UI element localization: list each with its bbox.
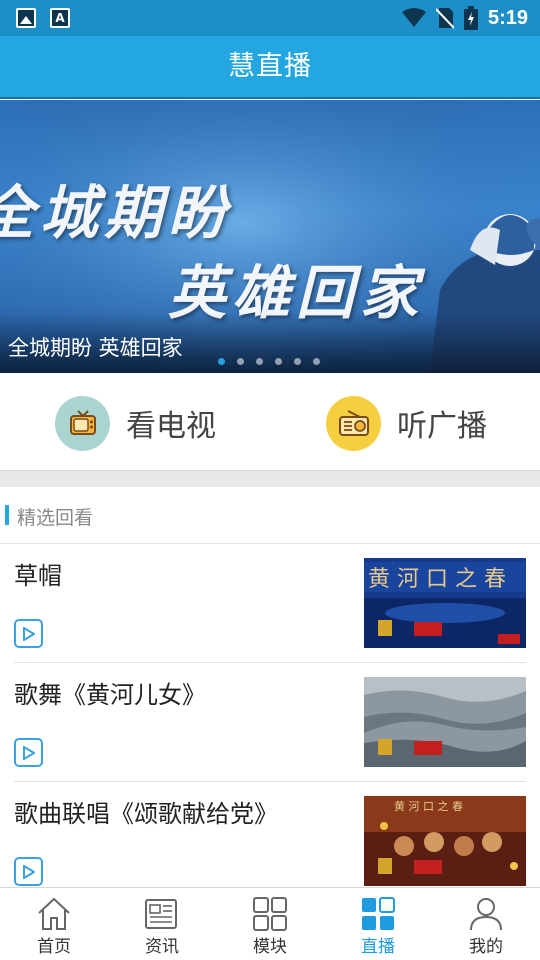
list-item[interactable]: 歌舞《黄河儿女》: [14, 663, 526, 782]
listen-radio-button[interactable]: 听广播: [326, 395, 487, 451]
font-notification-icon: A: [50, 8, 70, 28]
tab-label: 我的: [469, 937, 503, 957]
tab-live[interactable]: 直播: [324, 888, 432, 960]
list-item-title: 歌曲联唱《颂歌献给党》: [14, 800, 278, 828]
notification-icons: A: [16, 8, 70, 28]
page-title: 慧直播: [228, 51, 312, 82]
list-item-thumbnail: [364, 677, 526, 767]
status-bar: A 5:19: [0, 0, 540, 36]
section-title: 精选回看: [17, 507, 94, 529]
banner-carousel[interactable]: 全城期盼 英雄回家 全城期盼 英雄回家: [0, 100, 540, 373]
watch-tv-label: 看电视: [126, 409, 216, 444]
tab-label: 首页: [37, 937, 71, 957]
carousel-dot[interactable]: [237, 358, 244, 365]
list-item-thumbnail: 黄 河 口 之 春: [364, 796, 526, 886]
wifi-icon: [401, 8, 426, 27]
svg-text:黄 河 口 之 春: 黄 河 口 之 春: [394, 799, 463, 813]
section-header: 精选回看: [0, 487, 540, 544]
svg-text:黄 河 口 之 春: 黄 河 口 之 春: [368, 567, 506, 592]
bottom-tab-bar: 首页 资讯 模块 直播 我的: [0, 887, 540, 960]
app-header: 慧直播: [0, 36, 540, 99]
tab-news[interactable]: 资讯: [108, 888, 216, 960]
tab-modules[interactable]: 模块: [216, 888, 324, 960]
home-icon: [38, 897, 70, 930]
list-item[interactable]: 歌曲联唱《颂歌献给党》 黄 河 口 之 春: [14, 782, 526, 901]
list-item[interactable]: 草帽 黄 河 口 之 春: [14, 544, 526, 663]
carousel-dot[interactable]: [313, 358, 320, 365]
carousel-dot[interactable]: [294, 358, 301, 365]
profile-icon: [470, 898, 502, 931]
image-notification-icon: [16, 8, 36, 28]
tab-label: 资讯: [145, 937, 179, 957]
modules-icon: [253, 897, 287, 931]
news-icon: [145, 899, 177, 929]
banner-caption: 全城期盼 英雄回家: [8, 336, 183, 360]
banner-artwork-line1: 全城期盼: [0, 179, 233, 247]
carousel-dot[interactable]: [256, 358, 263, 365]
carousel-dot[interactable]: [275, 358, 282, 365]
live-icon: [362, 897, 395, 930]
tab-home[interactable]: 首页: [0, 888, 108, 960]
tab-label: 直播: [361, 937, 395, 957]
radio-icon: [326, 395, 381, 451]
section-divider: [0, 470, 540, 487]
section-accent-bar: [5, 505, 9, 525]
battery-icon: [463, 6, 478, 30]
watch-tv-button[interactable]: 看电视: [55, 395, 216, 451]
no-sim-icon: [435, 8, 454, 29]
system-icons: 5:19: [401, 6, 528, 30]
list-item-thumbnail: 黄 河 口 之 春: [364, 558, 526, 648]
play-icon[interactable]: [14, 619, 43, 648]
quick-entries: 看电视 听广播: [0, 373, 540, 471]
play-icon[interactable]: [14, 857, 43, 886]
list-item-title: 歌舞《黄河儿女》: [14, 681, 206, 709]
status-time: 5:19: [487, 6, 528, 29]
play-icon[interactable]: [14, 738, 43, 767]
tab-profile[interactable]: 我的: [432, 888, 540, 960]
list-item-title: 草帽: [14, 562, 62, 590]
tab-label: 模块: [253, 937, 287, 957]
carousel-dot[interactable]: [218, 358, 225, 365]
tv-icon: [55, 395, 110, 451]
carousel-indicator: [218, 358, 320, 365]
listen-radio-label: 听广播: [397, 409, 487, 444]
